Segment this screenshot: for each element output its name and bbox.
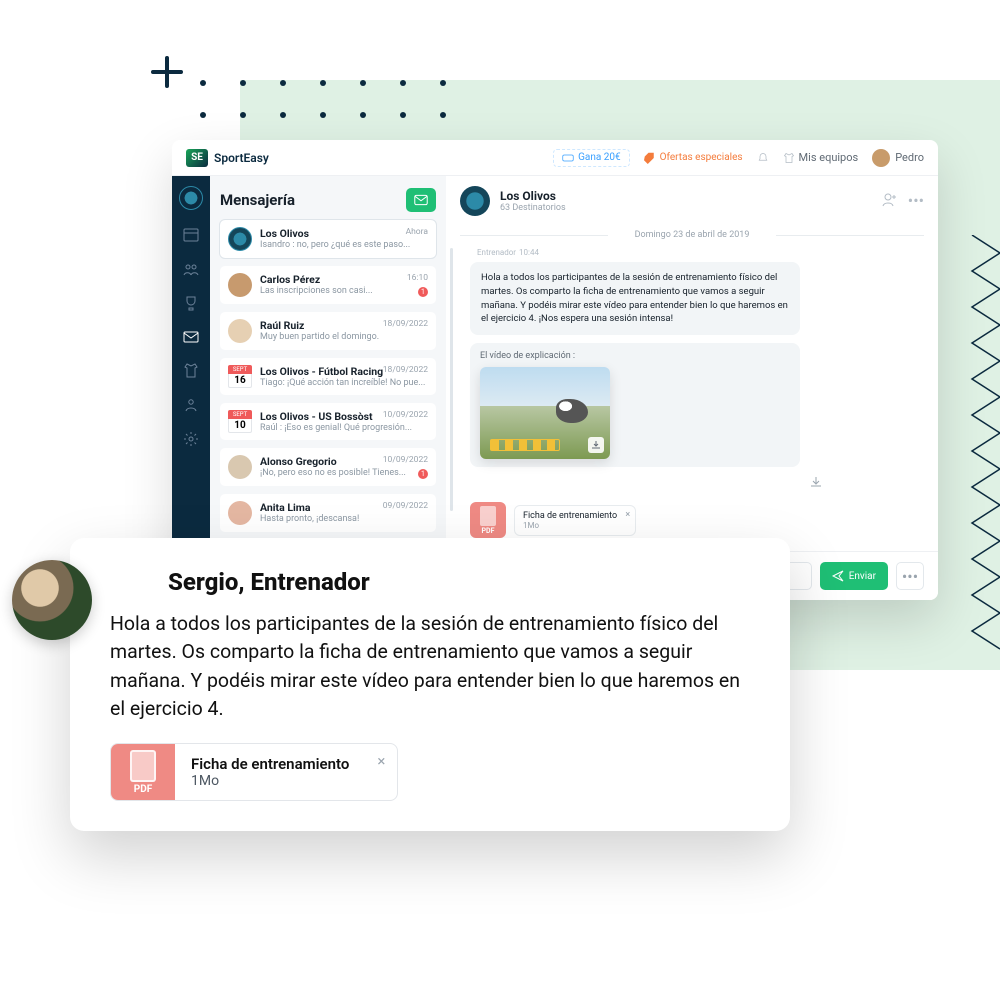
user-name: Pedro bbox=[895, 151, 924, 164]
plus-icon bbox=[150, 55, 184, 89]
conv-preview: Las inscripciones son casi... bbox=[260, 286, 428, 296]
chat-date: Domingo 23 de abril de 2019 bbox=[460, 230, 924, 240]
conversation-item[interactable]: Raúl RuizMuy buen partido el domingo. 18… bbox=[220, 312, 436, 350]
roster-icon[interactable] bbox=[182, 260, 200, 278]
conversation-item[interactable]: SEPT16 Los Olivos - Fútbol RacingTiago: … bbox=[220, 358, 436, 395]
overlay-attachment-name: Ficha de entrenamiento bbox=[191, 755, 349, 773]
conv-preview: Raúl : ¡Eso es genial! Qué progresión... bbox=[260, 423, 428, 433]
calendar-icon[interactable] bbox=[182, 226, 200, 244]
conversation-list: Mensajería Los OlivosIsandro : no, pero … bbox=[210, 176, 446, 600]
attachment-name: Ficha de entrenamiento bbox=[523, 511, 617, 521]
sender-label: Entrenador10:44 bbox=[474, 248, 924, 258]
messaging-title: Mensajería bbox=[220, 191, 295, 209]
conversation-item[interactable]: Anita LimaHasta pronto, ¡descansa! 09/09… bbox=[220, 494, 436, 532]
brand[interactable]: SE SportEasy bbox=[186, 149, 269, 167]
chat-panel: Los Olivos 63 Destinatorios ••• Domingo … bbox=[446, 176, 938, 600]
avatar bbox=[872, 149, 890, 167]
teams-link[interactable]: Mis equipos bbox=[783, 151, 859, 164]
unread-badge: 1 bbox=[418, 287, 428, 297]
app-window: SE SportEasy Gana 20€ Ofertas especiales bbox=[172, 140, 938, 600]
earn-label: Gana 20€ bbox=[578, 152, 621, 163]
nav-rail bbox=[172, 176, 210, 600]
chat-subtitle: 63 Destinatorios bbox=[500, 203, 566, 213]
user-avatar bbox=[228, 319, 252, 343]
pdf-icon: PDF bbox=[111, 744, 175, 800]
coach-icon[interactable] bbox=[182, 396, 200, 414]
chat-header: Los Olivos 63 Destinatorios ••• bbox=[446, 176, 938, 226]
conv-time: 10/09/2022 bbox=[383, 455, 428, 465]
overlay-attachment[interactable]: PDF Ficha de entrenamiento 1Mo × bbox=[110, 743, 398, 801]
more-icon[interactable]: ••• bbox=[908, 191, 924, 211]
conversation-item[interactable]: Alonso Gregorio¡No, pero eso no es posib… bbox=[220, 448, 436, 486]
teams-label: Mis equipos bbox=[799, 151, 859, 164]
jersey-icon bbox=[783, 152, 795, 164]
jersey-nav-icon[interactable] bbox=[182, 362, 200, 380]
conversation-item[interactable]: Los OlivosIsandro : no, pero ¿qué es est… bbox=[220, 220, 436, 258]
dot-grid bbox=[200, 80, 470, 144]
media-label: El vídeo de explicación : bbox=[480, 351, 790, 361]
conv-time: 18/09/2022 bbox=[383, 319, 428, 329]
compose-button[interactable] bbox=[406, 188, 436, 212]
conv-preview: Tiago: ¡Qué acción tan increíble! No pue… bbox=[260, 378, 428, 388]
zigzag-decoration bbox=[970, 235, 1000, 659]
bell-icon[interactable] bbox=[757, 152, 769, 164]
conv-time: 10/09/2022 bbox=[383, 410, 428, 420]
download-link[interactable] bbox=[810, 473, 822, 492]
team-logo[interactable] bbox=[179, 186, 203, 210]
video-thumbnail[interactable] bbox=[480, 367, 610, 459]
conv-time: 09/09/2022 bbox=[383, 501, 428, 511]
close-icon[interactable]: × bbox=[625, 510, 630, 520]
user-avatar bbox=[228, 273, 252, 297]
download-icon[interactable] bbox=[588, 437, 604, 453]
overlay-title: Sergio, Entrenador bbox=[168, 568, 370, 596]
topbar: SE SportEasy Gana 20€ Ofertas especiales bbox=[172, 140, 938, 176]
conversation-item[interactable]: SEPT10 Los Olivos - US BossòstRaúl : ¡Es… bbox=[220, 403, 436, 440]
conv-name: Los Olivos bbox=[260, 227, 428, 240]
ticket-icon bbox=[562, 152, 574, 164]
message-scroll[interactable]: Entrenador10:44 Hola a todos los partici… bbox=[446, 248, 938, 551]
offers-label: Ofertas especiales bbox=[660, 152, 743, 163]
add-user-icon[interactable] bbox=[882, 191, 898, 211]
conv-time: 16:10 bbox=[407, 273, 428, 283]
conv-name: Carlos Pérez bbox=[260, 273, 428, 286]
conv-preview: ¡No, pero eso no es posible! Tienes... bbox=[260, 468, 428, 478]
close-icon[interactable]: × bbox=[377, 752, 385, 770]
logo-icon: SE bbox=[186, 149, 208, 167]
chat-title: Los Olivos bbox=[500, 189, 566, 203]
date-box: SEPT16 bbox=[228, 365, 252, 388]
unread-badge: 1 bbox=[418, 469, 428, 479]
team-avatar bbox=[228, 227, 252, 251]
conv-time: Ahora bbox=[406, 227, 428, 237]
overlay-card: Sergio, Entrenador Hola a todos los part… bbox=[70, 538, 790, 831]
attachment-card[interactable]: Ficha de entrenamiento 1Mo × bbox=[514, 505, 636, 536]
overlay-avatar bbox=[12, 560, 92, 640]
user-menu[interactable]: Pedro bbox=[872, 149, 924, 167]
conv-time: 18/09/2022 bbox=[383, 365, 428, 375]
overlay-attachment-size: 1Mo bbox=[191, 773, 349, 789]
brand-name: SportEasy bbox=[214, 151, 269, 165]
message-bubble: Hola a todos los participantes de la ses… bbox=[470, 262, 800, 335]
tag-icon bbox=[644, 152, 656, 164]
send-label: Enviar bbox=[849, 571, 876, 582]
messages-icon[interactable] bbox=[182, 328, 200, 346]
pdf-icon: PDF bbox=[470, 502, 506, 538]
overlay-body: Hola a todos los participantes de la ses… bbox=[110, 610, 750, 723]
conv-preview: Hasta pronto, ¡descansa! bbox=[260, 514, 428, 524]
settings-icon[interactable] bbox=[182, 430, 200, 448]
user-avatar bbox=[228, 501, 252, 525]
trophy-icon[interactable] bbox=[182, 294, 200, 312]
chat-team-avatar bbox=[460, 186, 490, 216]
composer-more-button[interactable]: ••• bbox=[896, 562, 924, 590]
media-bubble: El vídeo de explicación : bbox=[470, 343, 800, 467]
conversation-item[interactable]: Carlos PérezLas inscripciones son casi..… bbox=[220, 266, 436, 304]
offers-link[interactable]: Ofertas especiales bbox=[644, 152, 743, 164]
earn-pill[interactable]: Gana 20€ bbox=[553, 149, 630, 167]
attachment-size: 1Mo bbox=[523, 521, 617, 530]
user-avatar bbox=[228, 455, 252, 479]
date-box: SEPT10 bbox=[228, 410, 252, 433]
send-button[interactable]: Enviar bbox=[820, 562, 888, 590]
conv-preview: Muy buen partido el domingo. bbox=[260, 332, 428, 342]
conv-preview: Isandro : no, pero ¿qué es este paso... bbox=[260, 240, 428, 250]
